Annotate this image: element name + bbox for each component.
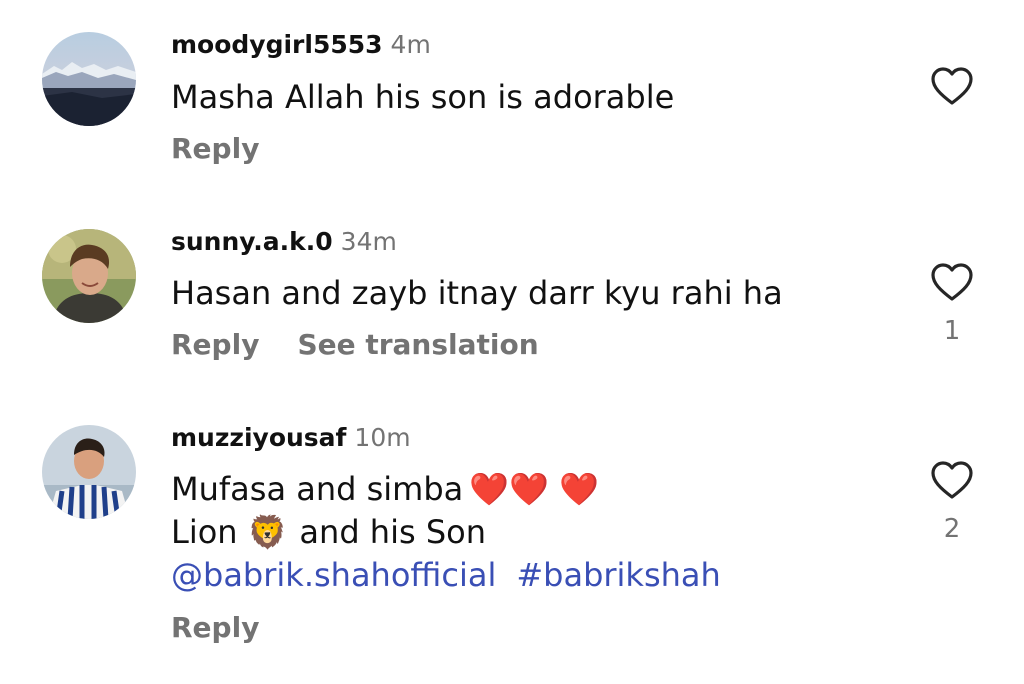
heart-emoji: ❤️❤️ ❤️ [469, 470, 599, 508]
comment-text: Mufasa and simba [171, 470, 464, 508]
user-avatar[interactable] [42, 425, 136, 519]
comment-actions: Reply [171, 132, 259, 165]
like-count: 2 [943, 514, 961, 544]
heart-outline-icon[interactable] [930, 460, 974, 500]
comment-meta: muzziyousaf 10m [171, 423, 411, 452]
comment-username[interactable]: moodygirl5553 [171, 30, 383, 59]
comment-meta: moodygirl5553 4m [171, 30, 431, 59]
comment-actions: Reply [171, 611, 259, 644]
reply-button[interactable]: Reply [171, 132, 259, 165]
mountain-landscape-avatar-icon [42, 32, 136, 126]
heart-outline-icon[interactable] [930, 262, 974, 302]
comment-text-line: @babrik.shahofficial #babrikshah [171, 556, 721, 594]
person-striped-shirt-avatar-icon [42, 425, 136, 519]
reply-button[interactable]: Reply [171, 611, 259, 644]
comment-text-line: Lion 🦁 and his Son [171, 513, 486, 551]
see-translation-button[interactable]: See translation [297, 328, 538, 361]
comment-actions: Reply See translation [171, 328, 539, 361]
heart-outline-icon[interactable] [930, 66, 974, 106]
person-photo-avatar-icon [42, 229, 136, 323]
hashtag-link[interactable]: #babrikshah [516, 556, 720, 594]
comment-text: Hasan and zayb itnay darr kyu rahi ha [171, 274, 783, 312]
comment-text: Lion [171, 513, 238, 551]
comment-username[interactable]: muzziyousaf [171, 423, 346, 452]
reply-button[interactable]: Reply [171, 328, 259, 361]
mention-link[interactable]: @babrik.shahofficial [171, 556, 496, 594]
like-count: 1 [943, 316, 961, 346]
comment-text-line: Mufasa and simba ❤️❤️ ❤️ [171, 470, 599, 508]
comment-timestamp: 10m [354, 423, 411, 452]
comment-text: and his Son [299, 513, 486, 551]
comment-timestamp: 4m [390, 30, 431, 59]
user-avatar[interactable] [42, 229, 136, 323]
comment-text: Masha Allah his son is adorable [171, 78, 675, 116]
comment-timestamp: 34m [340, 227, 397, 256]
comment-meta: sunny.a.k.0 34m [171, 227, 397, 256]
lion-emoji: 🦁 [247, 513, 288, 551]
user-avatar[interactable] [42, 32, 136, 126]
comment-username[interactable]: sunny.a.k.0 [171, 227, 333, 256]
